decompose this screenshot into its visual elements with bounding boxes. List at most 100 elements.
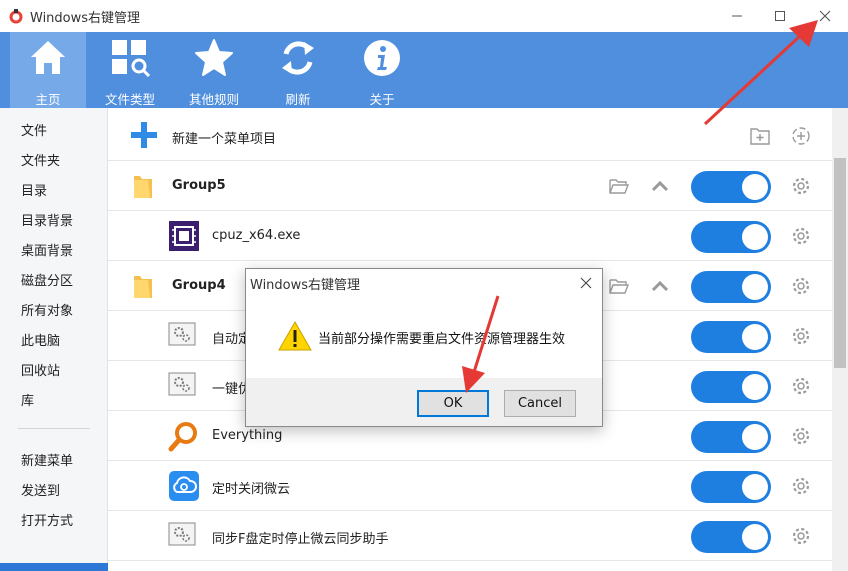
folder-icon: [134, 276, 152, 298]
menu-item-label: cpuz_x64.exe: [212, 228, 301, 243]
move-up-icon[interactable]: [649, 175, 671, 197]
toggle-knob: [742, 424, 768, 450]
dialog-footer: OK Cancel: [246, 378, 602, 426]
toggle-knob: [742, 524, 768, 550]
minimize-icon: [732, 15, 742, 17]
plus-icon: [131, 122, 157, 148]
group-label: Group5: [172, 178, 226, 193]
sidebar-item-send-to[interactable]: 发送到: [21, 480, 60, 499]
open-folder-icon[interactable]: [608, 275, 630, 297]
sidebar-item-directory-background[interactable]: 目录背景: [21, 210, 73, 229]
group-label: Group4: [172, 278, 226, 293]
toolbar-home[interactable]: 主页: [10, 32, 86, 108]
settings-window-icon: [168, 372, 196, 396]
vertical-scrollbar[interactable]: [832, 108, 848, 571]
cancel-button[interactable]: Cancel: [504, 390, 576, 417]
folder-icon: [134, 176, 152, 198]
sidebar-item-folder[interactable]: 文件夹: [21, 150, 60, 169]
sidebar-divider: [18, 428, 90, 429]
toolbar-file-type-label: 文件类型: [104, 92, 155, 107]
gear-icon[interactable]: [790, 425, 812, 447]
toolbar-home-label: 主页: [35, 92, 61, 107]
sidebar: 文件 文件夹 目录 目录背景 桌面背景 磁盘分区 所有对象 此电脑 回收站 库 …: [0, 108, 108, 571]
enable-toggle[interactable]: [691, 171, 771, 203]
ok-button[interactable]: OK: [417, 390, 489, 417]
menu-item-row[interactable]: 同步F盘定时停止微云同步助手: [108, 511, 832, 561]
toolbar-about-label: 关于: [369, 92, 395, 107]
sidebar-item-file[interactable]: 文件: [21, 120, 47, 139]
close-icon[interactable]: [580, 277, 592, 289]
gear-icon[interactable]: [790, 225, 812, 247]
warning-icon: [278, 320, 312, 351]
weiyun-cloud-icon: [169, 471, 199, 501]
toggle-knob: [742, 224, 768, 250]
close-icon: [819, 10, 831, 22]
move-up-icon[interactable]: [649, 275, 671, 297]
refresh-icon: [282, 41, 314, 75]
sidebar-item-disk-partition[interactable]: 磁盘分区: [21, 270, 73, 289]
file-type-search-icon: [112, 40, 150, 78]
settings-window-icon: [168, 522, 196, 546]
message-dialog: Windows右键管理 当前部分操作需要重启文件资源管理器生效 OK Cance…: [245, 268, 603, 427]
cpuz-icon: [169, 221, 199, 251]
gear-icon[interactable]: [790, 325, 812, 347]
gear-icon[interactable]: [790, 375, 812, 397]
enable-toggle[interactable]: [691, 321, 771, 353]
sidebar-item-open-with[interactable]: 打开方式: [21, 510, 73, 529]
sidebar-item-new-menu[interactable]: 新建菜单: [21, 450, 73, 469]
main-toolbar: 主页 文件类型 其他规则 刷新 关于: [0, 32, 848, 108]
toggle-knob: [742, 324, 768, 350]
sidebar-item-this-pc[interactable]: 此电脑: [21, 330, 60, 349]
app-icon: [9, 9, 23, 24]
group-row[interactable]: Group5: [108, 161, 832, 211]
dialog-message: 当前部分操作需要重启文件资源管理器生效: [318, 332, 566, 347]
menu-item-row[interactable]: 定时关闭微云: [108, 461, 832, 511]
maximize-button[interactable]: [765, 4, 795, 28]
gear-icon[interactable]: [790, 475, 812, 497]
toolbar-file-type[interactable]: 文件类型: [92, 32, 168, 108]
window-title: Windows右键管理: [30, 11, 141, 26]
toolbar-refresh[interactable]: 刷新: [260, 32, 336, 108]
scrollbar-thumb[interactable]: [834, 158, 846, 368]
gear-icon[interactable]: [790, 275, 812, 297]
toolbar-refresh-label: 刷新: [285, 92, 311, 107]
toggle-knob: [742, 274, 768, 300]
close-button[interactable]: [810, 4, 840, 28]
new-folder-icon[interactable]: [749, 125, 771, 147]
dialog-title: Windows右键管理: [250, 278, 361, 293]
enable-toggle[interactable]: [691, 421, 771, 453]
toolbar-about[interactable]: 关于: [344, 32, 420, 108]
enable-toggle[interactable]: [691, 371, 771, 403]
enable-toggle[interactable]: [691, 221, 771, 253]
toolbar-other-rules[interactable]: 其他规则: [176, 32, 252, 108]
sidebar-item-directory[interactable]: 目录: [21, 180, 47, 199]
sidebar-item-desktop-background[interactable]: 桌面背景: [21, 240, 73, 259]
everything-search-icon: [168, 422, 197, 452]
menu-item-label: 定时关闭微云: [212, 482, 291, 497]
maximize-icon: [775, 11, 785, 21]
gear-icon[interactable]: [790, 175, 812, 197]
menu-item-label: 同步F盘定时停止微云同步助手: [212, 532, 389, 547]
sidebar-item-recycle-bin[interactable]: 回收站: [21, 360, 60, 379]
new-menu-item-row[interactable]: 新建一个菜单项目: [108, 111, 832, 161]
gear-icon[interactable]: [790, 525, 812, 547]
menu-item-row[interactable]: cpuz_x64.exe: [108, 211, 832, 261]
info-icon: [364, 40, 400, 76]
open-folder-icon[interactable]: [608, 175, 630, 197]
minimize-button[interactable]: [722, 4, 752, 28]
toolbar-other-rules-label: 其他规则: [188, 92, 239, 107]
toggle-knob: [742, 474, 768, 500]
new-menu-item-label: 新建一个菜单项目: [172, 132, 277, 147]
toggle-knob: [742, 374, 768, 400]
enable-toggle[interactable]: [691, 471, 771, 503]
title-bar: Windows右键管理: [0, 0, 848, 32]
menu-item-label: Everything: [212, 428, 283, 443]
add-target-icon[interactable]: [790, 125, 812, 147]
settings-window-icon: [168, 322, 196, 346]
enable-toggle[interactable]: [691, 271, 771, 303]
sidebar-item-all-objects[interactable]: 所有对象: [21, 300, 73, 319]
enable-toggle[interactable]: [691, 521, 771, 553]
toggle-knob: [742, 174, 768, 200]
star-icon: [195, 39, 233, 76]
sidebar-item-library[interactable]: 库: [21, 390, 34, 409]
